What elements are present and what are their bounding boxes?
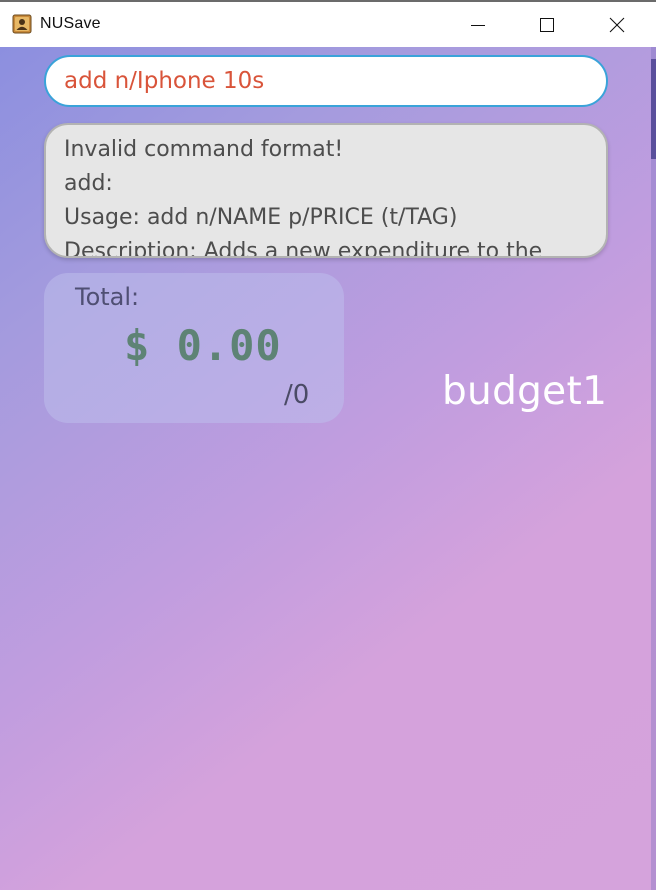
contacts-book-icon bbox=[12, 14, 32, 34]
window-title: NUSave bbox=[40, 15, 101, 32]
minimize-button[interactable] bbox=[443, 2, 513, 47]
result-message: Invalid command format! add: Usage: add … bbox=[64, 137, 543, 258]
scrollbar-thumb[interactable] bbox=[651, 59, 656, 159]
maximize-button[interactable] bbox=[512, 2, 582, 47]
close-button[interactable] bbox=[582, 2, 652, 47]
total-label: Total: bbox=[75, 283, 140, 311]
total-amount: $ 0.00 bbox=[124, 321, 282, 370]
budget-name: budget1 bbox=[442, 369, 608, 414]
total-card: Total: $ 0.00 /0 bbox=[44, 273, 344, 423]
main-panel: Invalid command format! add: Usage: add … bbox=[0, 47, 656, 890]
scrollbar-track[interactable] bbox=[651, 47, 656, 890]
result-display[interactable]: Invalid command format! add: Usage: add … bbox=[44, 123, 608, 258]
maximize-icon bbox=[540, 18, 554, 32]
minimize-icon bbox=[471, 25, 485, 26]
title-bar[interactable]: NUSave bbox=[0, 0, 656, 47]
app-window: NUSave Invalid command format! add: Usag… bbox=[0, 0, 656, 890]
command-input[interactable] bbox=[44, 55, 608, 107]
close-icon bbox=[609, 17, 625, 33]
budget-limit: /0 bbox=[284, 380, 310, 410]
